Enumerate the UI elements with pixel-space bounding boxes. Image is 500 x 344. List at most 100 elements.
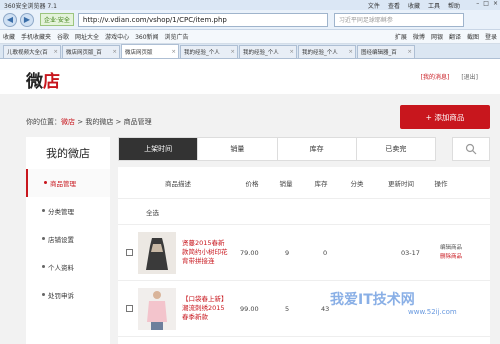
menu-view[interactable]: 查看 bbox=[388, 1, 400, 10]
tool-item[interactable]: 登录 bbox=[485, 32, 497, 41]
product-updated: 03-17 bbox=[401, 248, 420, 257]
back-button[interactable]: ◀ bbox=[3, 12, 17, 27]
logo-suffix: 店 bbox=[43, 72, 60, 92]
menu-tools[interactable]: 工具 bbox=[428, 1, 440, 10]
maximize-icon[interactable]: □ bbox=[483, 0, 489, 7]
forward-button[interactable]: ▶ bbox=[20, 12, 34, 27]
browser-search-input[interactable]: 习近平同足球耶稣参 bbox=[333, 12, 464, 27]
tab-stock[interactable]: 库存 bbox=[278, 138, 357, 160]
my-messages-link[interactable]: [我的消息] bbox=[421, 72, 450, 81]
tab-listing-time[interactable]: 上架时间 bbox=[119, 138, 199, 160]
breadcrumb-myshop[interactable]: 我的微店 bbox=[85, 118, 113, 126]
fav-item[interactable]: 游戏中心 bbox=[105, 32, 129, 41]
bullet-icon bbox=[42, 237, 45, 240]
menu-file[interactable]: 文件 bbox=[368, 1, 380, 10]
close-tab-icon[interactable]: × bbox=[53, 49, 60, 55]
dress-image-icon bbox=[138, 231, 176, 274]
close-tab-icon[interactable]: × bbox=[407, 49, 414, 55]
tool-item[interactable]: 网银 bbox=[431, 32, 443, 41]
shirt-image-icon bbox=[138, 287, 176, 330]
fav-item[interactable]: 手机收藏夹 bbox=[21, 32, 51, 41]
product-thumbnail[interactable] bbox=[138, 231, 176, 274]
product-desc[interactable]: 贤蔓2015春新款简约小树印花背带拼接连 bbox=[182, 239, 230, 266]
favorites-right: 扩展 微博 网银 翻译 截图 登录 bbox=[395, 32, 500, 41]
product-stock: 0 bbox=[323, 248, 328, 257]
url-input[interactable]: http://v.vdian.com/vshop/1/CPC/item.php bbox=[77, 12, 328, 27]
sidebar-item-label: 分类管理 bbox=[48, 208, 74, 216]
product-desc[interactable]: 【口袋春上新】潮流刺绣2015春季新款 bbox=[182, 295, 230, 322]
favorites-bar: 收藏 手机收藏夹 谷歌 网址大全 游戏中心 360新闻 浏览广告 扩展 微博 网… bbox=[0, 30, 500, 44]
tab-label: 图经编辑器_百 bbox=[361, 50, 397, 56]
fav-item[interactable]: 收藏 bbox=[3, 32, 15, 41]
row-checkbox[interactable] bbox=[126, 305, 133, 312]
sidebar-item-label: 店铺设置 bbox=[48, 236, 74, 244]
fav-item[interactable]: 谷歌 bbox=[57, 32, 69, 41]
menu-favorites[interactable]: 收藏 bbox=[408, 1, 420, 10]
tab-label: 我的经验_个人 bbox=[184, 50, 220, 56]
close-tab-icon[interactable]: × bbox=[171, 49, 178, 55]
browser-title: 360安全浏览器 7.1 bbox=[4, 2, 57, 10]
tab-label: 我的经验_个人 bbox=[243, 50, 279, 56]
fav-item[interactable]: 360新闻 bbox=[135, 32, 158, 41]
minimize-icon[interactable]: – bbox=[476, 0, 479, 7]
close-icon[interactable]: × bbox=[493, 0, 498, 7]
add-product-button[interactable]: + 添加商品 bbox=[400, 105, 490, 129]
breadcrumb-sep: > bbox=[75, 118, 86, 126]
sidebar-item-profile[interactable]: 个人资料 bbox=[26, 253, 110, 281]
browser-tab[interactable]: 我的经验_个人 × bbox=[298, 45, 356, 58]
close-tab-icon[interactable]: × bbox=[230, 49, 237, 55]
browser-tab[interactable]: 儿歌视频大全(百 × bbox=[3, 45, 61, 58]
browser-tab-active[interactable]: 微店网页版 × bbox=[121, 44, 179, 58]
search-icon bbox=[465, 143, 477, 155]
browser-tab[interactable]: 我的经验_个人 × bbox=[180, 45, 238, 58]
site-logo[interactable]: 微店 bbox=[26, 67, 60, 92]
tab-sales[interactable]: 销量 bbox=[198, 138, 278, 160]
bullet-icon bbox=[42, 265, 45, 268]
tool-item[interactable]: 翻译 bbox=[449, 32, 461, 41]
tab-sold-out[interactable]: 已卖完 bbox=[357, 138, 435, 160]
browser-tab[interactable]: 我的经验_个人 × bbox=[239, 45, 297, 58]
delete-product-link[interactable]: 删除商品 bbox=[440, 253, 462, 262]
tab-label: 微店网页版 bbox=[125, 49, 153, 56]
sidebar-item-categories[interactable]: 分类管理 bbox=[26, 197, 110, 225]
sidebar-item-appeals[interactable]: 处罚申诉 bbox=[26, 281, 110, 309]
select-all[interactable]: 全选 bbox=[118, 199, 490, 225]
sidebar-title: 我的微店 bbox=[46, 147, 90, 160]
sidebar-item-shop-settings[interactable]: 店铺设置 bbox=[26, 225, 110, 253]
fav-item[interactable]: 浏览广告 bbox=[165, 32, 189, 41]
browser-titlebar: 360安全浏览器 7.1 文件 查看 收藏 工具 帮助 – □ × bbox=[0, 0, 500, 10]
fav-item[interactable]: 网址大全 bbox=[75, 32, 99, 41]
breadcrumb-sep: > bbox=[113, 118, 124, 126]
logo-prefix: 微 bbox=[26, 72, 43, 92]
tool-item[interactable]: 截图 bbox=[467, 32, 479, 41]
security-badge[interactable]: 企业·安全 bbox=[40, 13, 74, 26]
browser-tab[interactable]: 图经编辑器_百 × bbox=[357, 45, 415, 58]
watermark-text: 我爱IT技术网 bbox=[330, 292, 415, 308]
sidebar-item-products[interactable]: 商品管理 bbox=[26, 169, 110, 197]
table-header: 商品描述 价格 销量 库存 分类 更新时间 操作 bbox=[118, 167, 490, 199]
close-tab-icon[interactable]: × bbox=[289, 49, 296, 55]
col-ops: 操作 bbox=[434, 179, 448, 188]
tab-label: 儿歌视频大全(百 bbox=[7, 50, 48, 56]
exit-link[interactable]: [退出] bbox=[461, 72, 478, 81]
breadcrumb-shop[interactable]: 微店 bbox=[61, 118, 75, 126]
product-thumbnail[interactable] bbox=[138, 287, 176, 330]
col-stock: 库存 bbox=[314, 179, 328, 188]
tool-item[interactable]: 微博 bbox=[413, 32, 425, 41]
sidebar-item-label: 处罚申诉 bbox=[48, 292, 74, 300]
breadcrumb: 你的位置：微店 > 我的微店 > 商品管理 bbox=[26, 117, 152, 127]
tool-item[interactable]: 扩展 bbox=[395, 32, 407, 41]
close-tab-icon[interactable]: × bbox=[112, 49, 119, 55]
address-toolbar: ◀ ▶ 企业·安全 http://v.vdian.com/vshop/1/CPC… bbox=[0, 10, 500, 30]
page-content: 微店 [我的消息] [退出] 你的位置：微店 > 我的微店 > 商品管理 + 添… bbox=[0, 59, 500, 344]
row-checkbox[interactable] bbox=[126, 249, 133, 256]
col-category: 分类 bbox=[350, 179, 364, 188]
tab-label: 我的经验_个人 bbox=[302, 50, 338, 56]
menu-help[interactable]: 帮助 bbox=[448, 1, 460, 10]
col-updated: 更新时间 bbox=[388, 179, 414, 188]
browser-tab[interactable]: 微店网页版_百 × bbox=[62, 45, 120, 58]
sidebar-item-label: 个人资料 bbox=[48, 264, 74, 272]
close-tab-icon[interactable]: × bbox=[348, 49, 355, 55]
product-search-button[interactable] bbox=[452, 137, 490, 161]
edit-product-link[interactable]: 编辑商品 bbox=[440, 244, 462, 253]
